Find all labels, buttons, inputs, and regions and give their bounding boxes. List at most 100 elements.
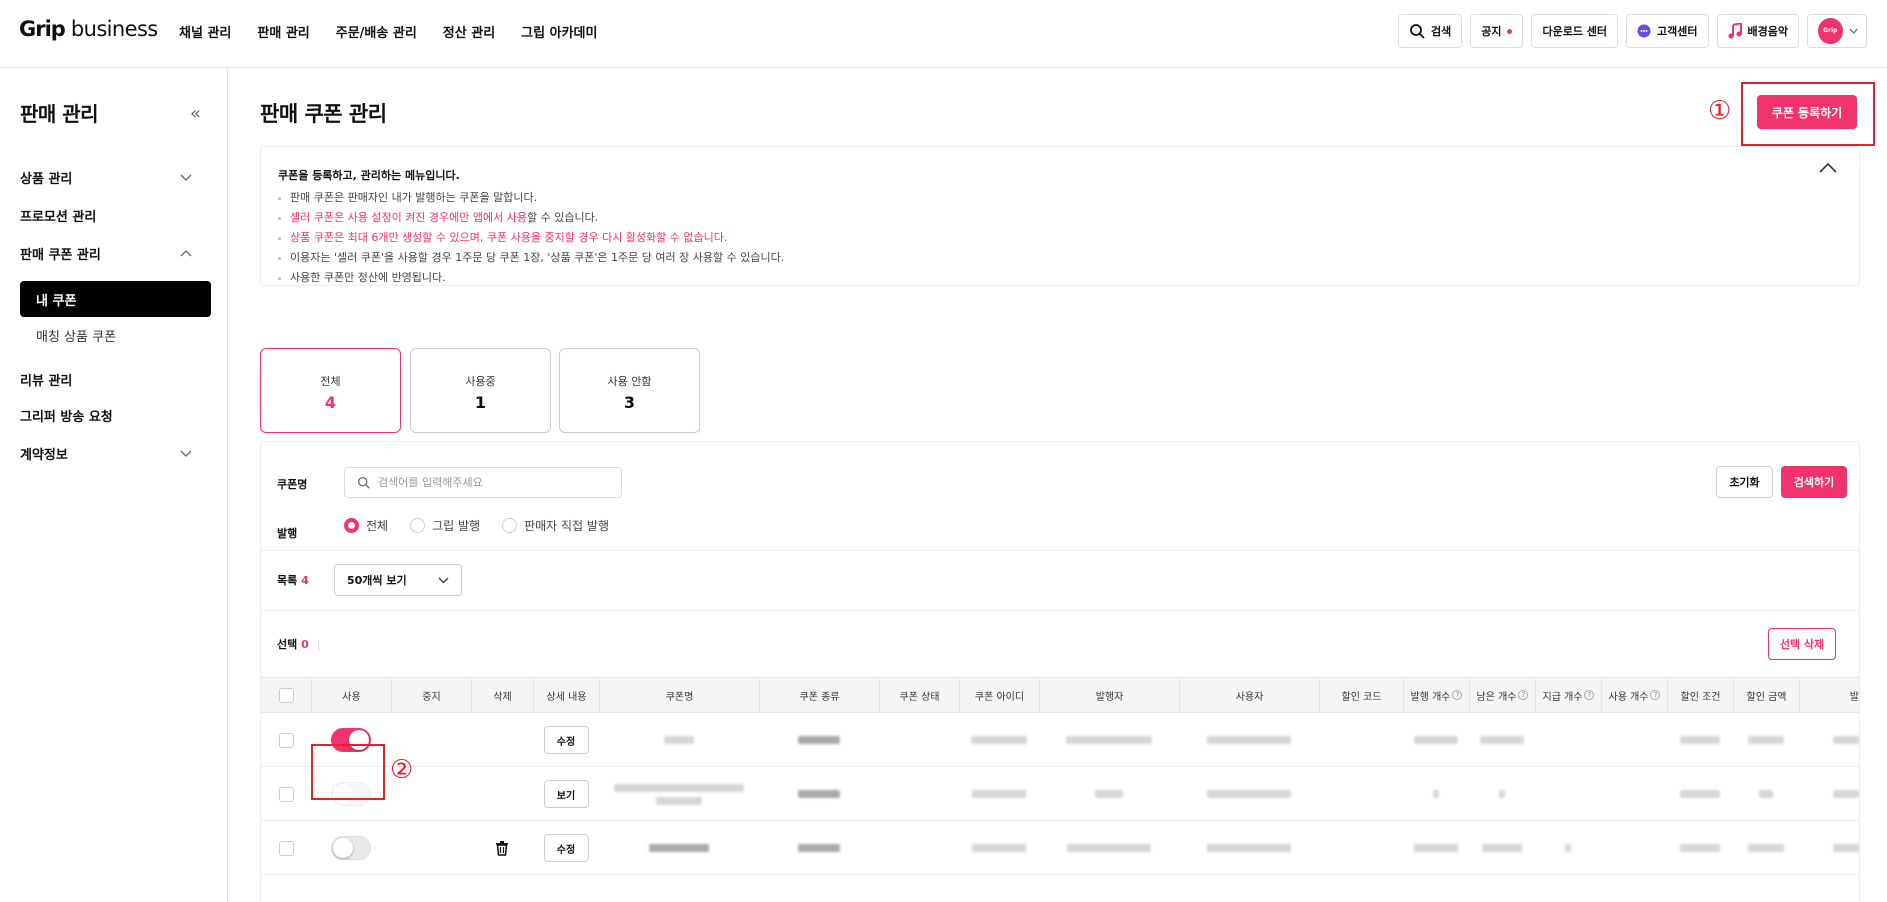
table-row[interactable]: 수정	[261, 821, 1859, 875]
info-line: 셀러 쿠폰은 사용 설정이 켜진 경우에만 앱에서 사용할 수 있습니다.	[278, 208, 784, 228]
column-header: 쿠폰명	[599, 678, 759, 712]
info-line: 사용한 쿠폰만 정산에 반영됩니다.	[278, 268, 784, 288]
redacted-cell	[1667, 767, 1733, 821]
help-icon[interactable]: ?	[1452, 690, 1463, 700]
view-button[interactable]: 보기	[543, 780, 589, 808]
chevron-up-icon[interactable]	[1819, 163, 1837, 173]
issue-radio-group: 전체 그립 발행 판매자 직접 발행	[344, 517, 609, 534]
music-button[interactable]: 배경음악	[1716, 14, 1799, 48]
download-center-button[interactable]: 다운로드 센터	[1531, 14, 1619, 48]
radio-icon	[502, 518, 518, 533]
edit-button[interactable]: 수정	[543, 726, 589, 754]
edit-button[interactable]: 수정	[543, 834, 589, 862]
redacted-cell	[1469, 713, 1535, 767]
search-icon	[357, 476, 370, 489]
account-menu[interactable]: Grip	[1807, 14, 1867, 48]
coupon-name-label: 쿠폰명	[277, 478, 308, 491]
search-input[interactable]	[378, 476, 598, 489]
column-header: 지급 개수?	[1535, 678, 1601, 712]
redacted-cell	[1039, 767, 1179, 821]
column-header: 발	[1799, 678, 1859, 712]
sidebar-item-broadcast-requests[interactable]: 그리퍼 방송 요청	[20, 406, 192, 425]
redacted-cell	[959, 713, 1039, 767]
per-page-select[interactable]: 50개씩 보기	[334, 564, 462, 596]
redacted-cell	[1799, 713, 1859, 767]
reset-button[interactable]: 초기화	[1716, 466, 1773, 498]
search-box[interactable]	[344, 467, 622, 498]
select-all-checkbox[interactable]	[278, 687, 294, 703]
sidebar-subitem-matching-coupons[interactable]: 매칭 상품 쿠폰	[36, 326, 116, 345]
help-icon[interactable]: ?	[1650, 690, 1661, 700]
column-header: 중지	[391, 678, 471, 712]
radio-issue-all[interactable]: 전체	[344, 517, 388, 534]
notice-button[interactable]: 공지	[1470, 14, 1524, 48]
redacted-cell	[1403, 713, 1469, 767]
redacted-cell	[959, 821, 1039, 875]
info-heading: 쿠폰을 등록하고, 관리하는 메뉴입니다.	[278, 169, 460, 182]
redacted-cell	[1403, 767, 1469, 821]
redacted-cell	[1179, 767, 1319, 821]
coupon-list-panel: 쿠폰명 초기화 검색하기 발행 전체 그립 발행 판매자 직접 발행 목록 4 …	[260, 441, 1860, 902]
row-checkbox[interactable]	[278, 732, 294, 748]
radio-icon	[410, 518, 426, 533]
gnb-academy[interactable]: 그립 아카데미	[521, 22, 597, 41]
stat-card-not-used[interactable]: 사용 안함 3	[559, 348, 700, 433]
column-header: 상세 내용	[533, 678, 599, 712]
main-content: 판매 쿠폰 관리 쿠폰 등록하기 ① 쿠폰을 등록하고, 관리하는 메뉴입니다.…	[228, 68, 1887, 902]
column-header: 사용자	[1179, 678, 1319, 712]
info-list: 판매 쿠폰은 판매자인 내가 발행하는 쿠폰을 말합니다. 셀러 쿠폰은 사용 …	[278, 188, 784, 288]
stat-card-all[interactable]: 전체 4	[260, 348, 401, 433]
redacted-cell	[1179, 713, 1319, 767]
trash-icon[interactable]	[495, 840, 509, 856]
redacted-cell	[1667, 713, 1733, 767]
annotation-highlight-box	[311, 744, 385, 800]
sidebar-item-promotions[interactable]: 프로모션 관리	[20, 206, 192, 225]
row-checkbox[interactable]	[278, 840, 294, 856]
row-checkbox[interactable]	[278, 786, 294, 802]
redacted-cell	[1733, 767, 1799, 821]
column-header: 할인 코드	[1319, 678, 1403, 712]
use-toggle[interactable]	[331, 836, 371, 860]
column-header: 사용 개수?	[1601, 678, 1667, 712]
gnb-settlement[interactable]: 정산 관리	[443, 22, 495, 41]
gnb-channel[interactable]: 채널 관리	[179, 22, 231, 41]
sidebar-subitem-my-coupons[interactable]: 내 쿠폰	[20, 281, 211, 317]
sidebar-item-contract[interactable]: 계약정보	[20, 444, 192, 463]
redacted-cell	[1733, 821, 1799, 875]
stat-card-in-use[interactable]: 사용중 1	[410, 348, 551, 433]
collapse-sidebar-icon[interactable]: «	[190, 103, 201, 124]
gnb-orders[interactable]: 주문/배송 관리	[336, 22, 417, 41]
column-header: 삭제	[471, 678, 533, 712]
grip-business-logo[interactable]: Grip business	[19, 17, 158, 41]
radio-issue-seller[interactable]: 판매자 직접 발행	[502, 517, 609, 534]
info-line: 이용자는 '셀러 쿠폰'을 사용할 경우 1주문 당 쿠폰 1장, '상품 쿠폰…	[278, 248, 784, 268]
annotation-marker-1: ①	[1708, 96, 1732, 126]
search-button[interactable]: 검색	[1397, 14, 1463, 48]
radio-issue-grip[interactable]: 그립 발행	[410, 517, 480, 534]
support-button[interactable]: 고객센터	[1626, 14, 1709, 48]
music-note-icon	[1728, 23, 1742, 39]
help-icon[interactable]: ?	[1584, 690, 1595, 700]
sidebar-item-coupons[interactable]: 판매 쿠폰 관리	[20, 244, 192, 263]
redacted-cell	[1403, 821, 1469, 875]
delete-selected-button[interactable]: 선택 삭제	[1768, 628, 1836, 660]
table-header: 사용 중지 삭제 상세 내용 쿠폰명 쿠폰 종류 쿠폰 상태 쿠폰 아이디 발행…	[261, 677, 1859, 713]
redacted-cell	[1799, 767, 1859, 821]
annotation-highlight-box	[1741, 82, 1875, 146]
table-row[interactable]: 보기	[261, 767, 1859, 821]
sidebar-item-reviews[interactable]: 리뷰 관리	[20, 370, 192, 389]
sidebar-item-products[interactable]: 상품 관리	[20, 168, 192, 187]
redacted-cell	[1039, 821, 1179, 875]
redacted-cell	[1667, 821, 1733, 875]
search-submit-button[interactable]: 검색하기	[1781, 466, 1847, 498]
redacted-cell	[1733, 713, 1799, 767]
table-row[interactable]: 수정	[261, 713, 1859, 767]
redacted-cell	[759, 821, 879, 875]
column-header: 할인 조건	[1667, 678, 1733, 712]
help-icon[interactable]: ?	[1518, 690, 1529, 700]
sidebar-title: 판매 관리	[20, 102, 99, 126]
gnb-sales[interactable]: 판매 관리	[257, 22, 309, 41]
chevron-up-icon	[180, 250, 192, 257]
avatar: Grip	[1818, 18, 1843, 44]
selected-count-label: 선택 0 |	[277, 638, 321, 651]
